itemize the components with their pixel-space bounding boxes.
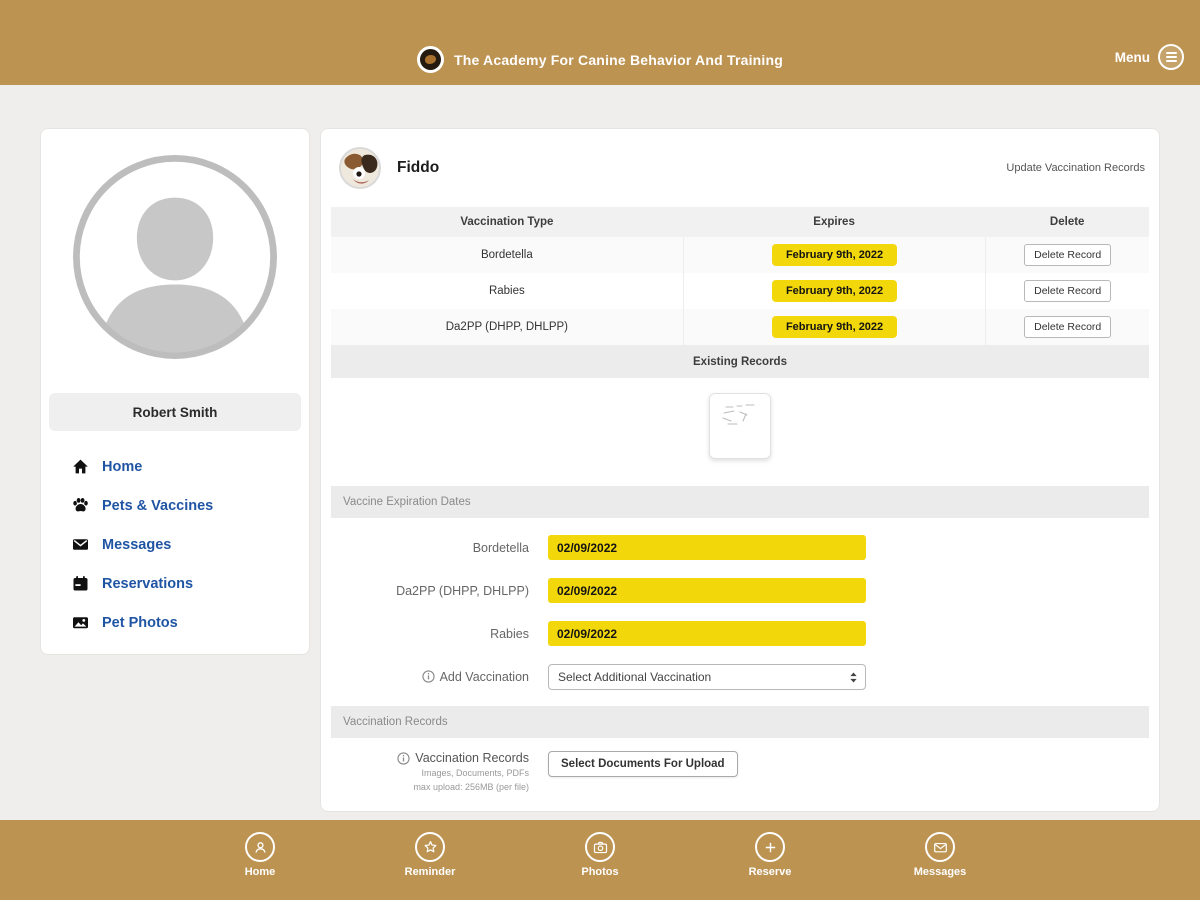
sidebar-item-pet-photos[interactable]: Pet Photos (41, 603, 309, 642)
footer-item-reminder[interactable]: Reminder (395, 832, 465, 878)
expires-date-button[interactable]: February 9th, 2022 (772, 316, 897, 338)
footer-item-label: Reminder (405, 866, 456, 878)
sidebar-item-label: Pet Photos (102, 615, 178, 631)
sidebar-item-label: Pets & Vaccines (102, 498, 213, 514)
person-icon (245, 832, 275, 862)
envelope-icon (925, 832, 955, 862)
menu-label: Menu (1115, 50, 1150, 65)
expiration-form: Bordetella Da2PP (DHPP, DHLPP) Rabies Ad… (321, 526, 1159, 698)
field-label: Bordetella (321, 541, 529, 555)
app-title: The Academy For Canine Behavior And Trai… (454, 52, 783, 68)
col-header-vaccination-type: Vaccination Type (331, 207, 683, 237)
pet-header: Fiddo Update Vaccination Records (321, 129, 1159, 207)
sidebar-item-label: Reservations (102, 576, 193, 592)
sidebar-item-home[interactable]: Home (41, 447, 309, 486)
footer-item-photos[interactable]: Photos (565, 832, 635, 878)
pet-detail-panel: Fiddo Update Vaccination Records Vaccina… (320, 128, 1160, 812)
paw-icon (71, 497, 89, 515)
select-arrows-icon (849, 671, 858, 687)
sidebar-item-label: Home (102, 459, 142, 475)
academy-logo-icon (417, 46, 444, 73)
menu-button[interactable]: Menu (1115, 44, 1184, 70)
sidebar-item-messages[interactable]: Messages (41, 525, 309, 564)
vaccine-type-cell: Da2PP (DHPP, DHLPP) (331, 309, 683, 345)
footer-item-reserve[interactable]: Reserve (735, 832, 805, 878)
col-header-expires: Expires (683, 207, 986, 237)
vaccination-table: Vaccination Type Expires Delete Bordetel… (331, 207, 1149, 473)
sidebar: Robert Smith Home Pets & Vaccines (40, 128, 310, 655)
camera-icon (585, 832, 615, 862)
add-vaccination-label: Add Vaccination (440, 670, 529, 684)
app-root: The Academy For Canine Behavior And Trai… (0, 0, 1200, 900)
top-header: The Academy For Canine Behavior And Trai… (0, 0, 1200, 85)
envelope-icon (71, 536, 89, 554)
form-row-rabies: Rabies (321, 612, 1159, 655)
footer-item-messages[interactable]: Messages (905, 832, 975, 878)
calendar-icon (71, 575, 89, 593)
existing-records-strip (331, 378, 1149, 473)
expires-date-button[interactable]: February 9th, 2022 (772, 244, 897, 266)
table-row: Rabies February 9th, 2022 Delete Record (331, 273, 1149, 309)
document-scribble-icon (716, 400, 764, 450)
select-documents-upload-button[interactable]: Select Documents For Upload (548, 751, 738, 777)
field-label: Rabies (321, 627, 529, 641)
footer-item-label: Home (245, 866, 276, 878)
vaccine-type-cell: Rabies (331, 273, 683, 309)
pet-avatar (339, 147, 381, 189)
expires-date-button[interactable]: February 9th, 2022 (772, 280, 897, 302)
footer-item-label: Messages (914, 866, 967, 878)
hamburger-icon (1158, 44, 1184, 70)
col-header-delete: Delete (985, 207, 1149, 237)
form-row-bordetella: Bordetella (321, 526, 1159, 569)
field-label: Da2PP (DHPP, DHLPP) (321, 584, 529, 598)
sidebar-nav: Home Pets & Vaccines Messages (41, 447, 309, 642)
upload-hint-filetypes: Images, Documents, PDFs (321, 767, 529, 779)
user-avatar (69, 151, 281, 363)
user-name: Robert Smith (49, 393, 301, 431)
delete-record-button[interactable]: Delete Record (1024, 244, 1111, 266)
sidebar-item-reservations[interactable]: Reservations (41, 564, 309, 603)
vaccination-records-label: Vaccination Records (415, 751, 529, 765)
update-vaccination-records-link[interactable]: Update Vaccination Records (1006, 162, 1145, 174)
da2pp-date-input[interactable] (548, 578, 866, 603)
footer-item-label: Reserve (749, 866, 792, 878)
table-row: Bordetella February 9th, 2022 Delete Rec… (331, 237, 1149, 273)
bordetella-date-input[interactable] (548, 535, 866, 560)
dog-photo-icon (341, 149, 381, 189)
table-header-row: Vaccination Type Expires Delete (331, 207, 1149, 237)
additional-vaccination-select[interactable]: Select Additional Vaccination (548, 664, 866, 690)
form-row-add-vaccination: Add Vaccination Select Additional Vaccin… (321, 655, 1159, 698)
field-label: Add Vaccination (321, 670, 529, 684)
person-avatar-icon (69, 151, 281, 363)
home-icon (71, 458, 89, 476)
upload-hint-maxsize: max upload: 256MB (per file) (321, 781, 529, 793)
upload-label-block: Vaccination Records Images, Documents, P… (321, 751, 529, 793)
form-row-da2pp: Da2PP (DHPP, DHLPP) (321, 569, 1159, 612)
sidebar-item-label: Messages (102, 537, 171, 553)
rabies-date-input[interactable] (548, 621, 866, 646)
info-icon (422, 670, 435, 683)
existing-records-header: Existing Records (331, 345, 1149, 378)
delete-record-button[interactable]: Delete Record (1024, 316, 1111, 338)
brand: The Academy For Canine Behavior And Trai… (0, 46, 1200, 73)
delete-record-button[interactable]: Delete Record (1024, 280, 1111, 302)
info-icon (397, 752, 410, 765)
upload-row: Vaccination Records Images, Documents, P… (321, 751, 1159, 793)
photo-icon (71, 614, 89, 632)
footer-item-home[interactable]: Home (225, 832, 295, 878)
section-vaccine-expiration-dates: Vaccine Expiration Dates (331, 486, 1149, 518)
vaccine-type-cell: Bordetella (331, 237, 683, 273)
select-value: Select Additional Vaccination (558, 670, 711, 684)
section-vaccination-records: Vaccination Records (331, 706, 1149, 738)
bottom-nav: Home Reminder Photos Reserve Messages (0, 820, 1200, 900)
sidebar-item-pets-vaccines[interactable]: Pets & Vaccines (41, 486, 309, 525)
footer-item-label: Photos (581, 866, 618, 878)
table-row: Da2PP (DHPP, DHLPP) February 9th, 2022 D… (331, 309, 1149, 345)
star-icon (415, 832, 445, 862)
plus-icon (755, 832, 785, 862)
pet-name: Fiddo (397, 159, 439, 177)
record-document-thumbnail[interactable] (709, 393, 771, 459)
